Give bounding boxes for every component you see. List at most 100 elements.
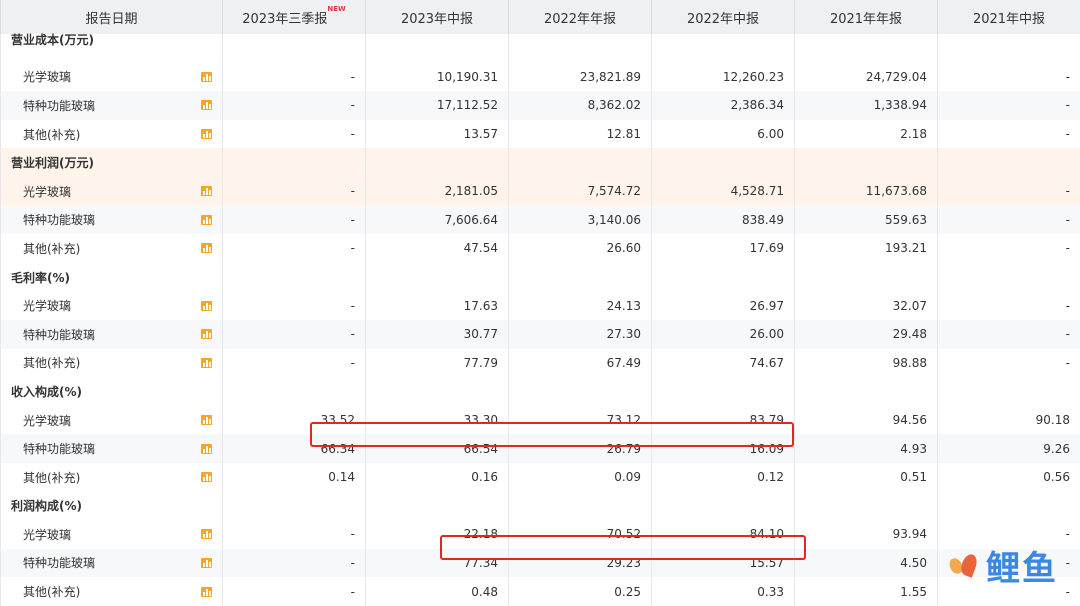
bar-chart-icon[interactable] [201, 472, 212, 482]
value-cell: 0.51 [795, 463, 938, 492]
bar-chart-icon[interactable] [201, 243, 212, 253]
value-cell: 32.07 [795, 291, 938, 320]
value-cell: 24,729.04 [795, 63, 938, 92]
section-title: 利润构成(%) [1, 492, 223, 521]
value-cell: 0.09 [509, 463, 652, 492]
empty-cell [509, 148, 652, 177]
empty-cell [938, 148, 1080, 177]
empty-cell [366, 377, 509, 406]
value-cell: - [223, 320, 366, 349]
header-col-4[interactable]: 2021年年报 [795, 0, 938, 34]
empty-cell [223, 263, 366, 292]
bar-chart-icon[interactable] [201, 529, 212, 539]
row-label-text: 其他(补充) [23, 356, 80, 370]
section-title: 营业成本(万元) [1, 34, 223, 63]
row-label-text: 特种功能玻璃 [23, 213, 95, 227]
row-label: 特种功能玻璃 [1, 549, 223, 578]
row-label: 其他(补充) [1, 234, 223, 263]
section-row: 收入构成(%) [1, 377, 1080, 406]
empty-cell [652, 148, 795, 177]
section-row: 营业成本(万元) [1, 34, 1080, 63]
bar-chart-icon[interactable] [201, 129, 212, 139]
empty-cell [223, 148, 366, 177]
value-cell: 17,112.52 [366, 91, 509, 120]
row-label: 光学玻璃 [1, 177, 223, 206]
empty-cell [223, 492, 366, 521]
table-row: 其他(补充)-77.7967.4974.6798.88- [1, 349, 1080, 378]
bar-chart-icon[interactable] [201, 587, 212, 597]
value-cell: 94.56 [795, 406, 938, 435]
value-cell: 24.13 [509, 291, 652, 320]
header-col-3[interactable]: 2022年中报 [652, 0, 795, 34]
table-body: 营业成本(万元) 光学玻璃-10,190.3123,821.8912,260.23… [1, 34, 1080, 606]
empty-cell [652, 34, 795, 63]
header-col-0[interactable]: 2023年三季报NEW [223, 0, 366, 34]
bar-chart-icon[interactable] [201, 301, 212, 311]
section-title: 毛利率(%) [1, 263, 223, 292]
value-cell: 30.77 [366, 320, 509, 349]
empty-cell [509, 377, 652, 406]
row-label-text: 特种功能玻璃 [23, 99, 95, 113]
value-cell: 0.25 [509, 577, 652, 606]
value-cell: 7,606.64 [366, 206, 509, 235]
empty-cell [938, 263, 1080, 292]
value-cell: 11,673.68 [795, 177, 938, 206]
empty-cell [652, 377, 795, 406]
bar-chart-icon[interactable] [201, 72, 212, 82]
value-cell: 10,190.31 [366, 63, 509, 92]
table-row: 特种功能玻璃-30.7727.3026.0029.48- [1, 320, 1080, 349]
empty-cell [795, 377, 938, 406]
row-label: 特种功能玻璃 [1, 320, 223, 349]
value-cell: 6.00 [652, 120, 795, 149]
value-cell: 27.30 [509, 320, 652, 349]
bar-chart-icon[interactable] [201, 358, 212, 368]
bar-chart-icon[interactable] [201, 444, 212, 454]
header-col-1[interactable]: 2023年中报 [366, 0, 509, 34]
empty-cell [223, 34, 366, 63]
empty-cell [938, 492, 1080, 521]
value-cell: - [223, 520, 366, 549]
value-cell: - [938, 91, 1080, 120]
bar-chart-icon[interactable] [201, 558, 212, 568]
table-row: 光学玻璃-10,190.3123,821.8912,260.2324,729.0… [1, 63, 1080, 92]
value-cell: 26.97 [652, 291, 795, 320]
bar-chart-icon[interactable] [201, 186, 212, 196]
value-cell: 0.48 [366, 577, 509, 606]
value-cell: - [938, 177, 1080, 206]
bar-chart-icon[interactable] [201, 415, 212, 425]
bar-chart-icon[interactable] [201, 215, 212, 225]
value-cell: 77.79 [366, 349, 509, 378]
value-cell: 12.81 [509, 120, 652, 149]
row-label-text: 光学玻璃 [23, 185, 71, 199]
bar-chart-icon[interactable] [201, 329, 212, 339]
value-cell: - [223, 206, 366, 235]
value-cell: - [223, 349, 366, 378]
empty-cell [366, 263, 509, 292]
value-cell: - [223, 177, 366, 206]
row-label-text: 特种功能玻璃 [23, 442, 95, 456]
header-col-5[interactable]: 2021年中报 [938, 0, 1080, 34]
table-row: 其他(补充)0.140.160.090.120.510.56 [1, 463, 1080, 492]
section-row: 营业利润(万元) [1, 148, 1080, 177]
empty-cell [938, 34, 1080, 63]
row-label-text: 光学玻璃 [23, 299, 71, 313]
section-title-text: 营业成本(万元) [11, 33, 94, 47]
row-label-text: 特种功能玻璃 [23, 328, 95, 342]
bar-chart-icon[interactable] [201, 100, 212, 110]
row-label: 特种功能玻璃 [1, 206, 223, 235]
value-cell: 90.18 [938, 406, 1080, 435]
empty-cell [652, 492, 795, 521]
row-label-text: 其他(补充) [23, 242, 80, 256]
table-row: 其他(补充)-47.5426.6017.69193.21- [1, 234, 1080, 263]
header-col-2[interactable]: 2022年年报 [509, 0, 652, 34]
row-label-text: 光学玻璃 [23, 414, 71, 428]
empty-cell [509, 34, 652, 63]
section-title-text: 营业利润(万元) [11, 156, 94, 170]
row-label-text: 特种功能玻璃 [23, 556, 95, 570]
value-cell: - [223, 91, 366, 120]
empty-cell [795, 492, 938, 521]
empty-cell [366, 492, 509, 521]
section-title: 收入构成(%) [1, 377, 223, 406]
value-cell: 4.93 [795, 434, 938, 463]
value-cell: 1,338.94 [795, 91, 938, 120]
